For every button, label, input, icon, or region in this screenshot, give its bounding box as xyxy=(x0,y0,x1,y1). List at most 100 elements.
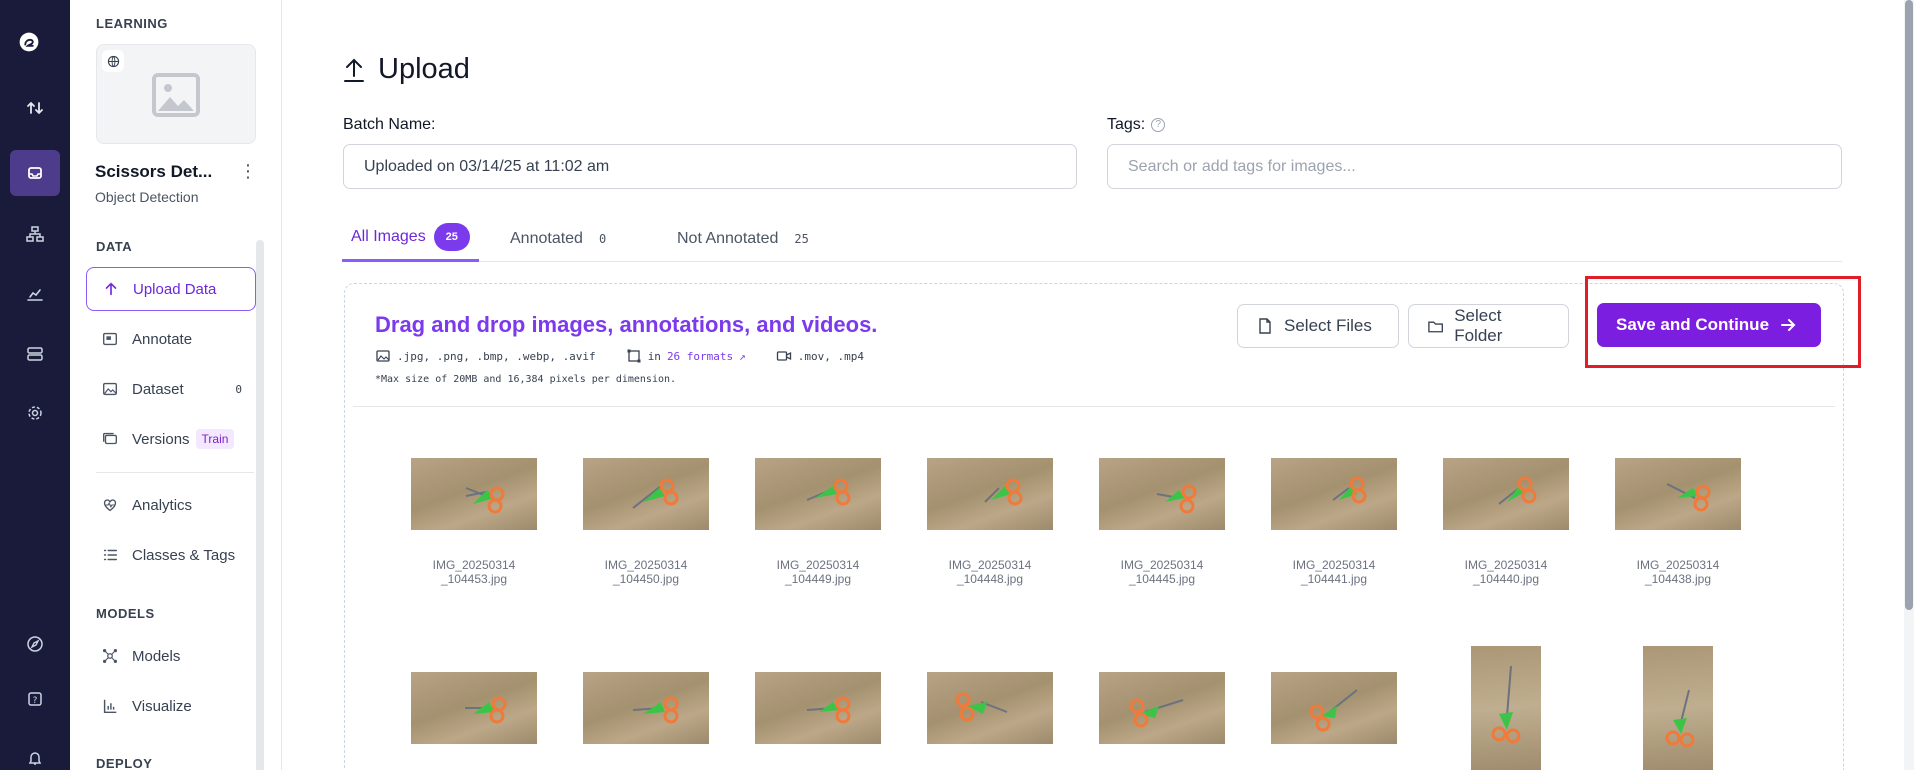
project-thumbnail[interactable] xyxy=(96,44,256,144)
scissors-thumbnail xyxy=(1443,458,1569,530)
file-icon xyxy=(1259,318,1271,334)
select-folder-label: Select Folder xyxy=(1454,306,1503,345)
sidebar-item-label: Models xyxy=(132,647,181,665)
external-link-icon[interactable]: ↗ xyxy=(739,350,746,363)
roboflow-logo-icon[interactable] xyxy=(19,32,51,64)
bell-icon[interactable] xyxy=(10,735,60,770)
sidebar-item-analytics[interactable]: Analytics xyxy=(86,483,256,527)
tab-count: 0 xyxy=(598,231,607,246)
image-filename: IMG_20250314 _104441.jpg xyxy=(1292,558,1376,586)
image-filename: IMG_20250314 _104449.jpg xyxy=(776,558,860,586)
image-tile[interactable] xyxy=(411,672,537,744)
project-sidebar: LEARNING Scissors Det... ⋮ Object Detect… xyxy=(70,0,282,770)
tags-label: Tags: xyxy=(1107,116,1146,133)
kebab-menu-icon[interactable]: ⋮ xyxy=(238,160,258,182)
compass-icon[interactable] xyxy=(10,621,60,667)
image-tile[interactable] xyxy=(1443,646,1569,770)
image-tile[interactable]: IMG_20250314 _104450.jpg xyxy=(583,458,709,586)
tab-annotated[interactable]: Annotated 0 xyxy=(510,215,606,262)
scissors-thumbnail xyxy=(1271,672,1397,744)
scissors-thumbnail xyxy=(583,672,709,744)
image-tile[interactable] xyxy=(1271,672,1397,744)
batch-name-input[interactable]: Uploaded on 03/14/25 at 11:02 am xyxy=(343,144,1077,189)
sidebar-item-dataset[interactable]: Dataset 0 xyxy=(86,367,256,411)
tab-not-annotated[interactable]: Not Annotated 25 xyxy=(677,215,809,262)
image-tile[interactable] xyxy=(1615,646,1741,770)
image-filename: IMG_20250314 _104450.jpg xyxy=(604,558,688,586)
chart-icon[interactable] xyxy=(10,271,60,317)
image-tile[interactable] xyxy=(755,672,881,744)
help-icon[interactable]: ? xyxy=(10,676,60,722)
global-nav-rail: ? xyxy=(0,0,70,770)
scissors-thumbnail xyxy=(1099,458,1225,530)
tags-input[interactable]: Search or add tags for images... xyxy=(1107,144,1842,189)
scissors-thumbnail xyxy=(1471,646,1541,770)
tab-label: Annotated xyxy=(510,229,583,247)
tab-label: Not Annotated xyxy=(677,229,779,247)
tab-count-badge: 25 xyxy=(433,223,470,251)
workflow-icon[interactable] xyxy=(10,211,60,257)
image-tile[interactable] xyxy=(583,672,709,744)
image-tile[interactable] xyxy=(1099,672,1225,744)
sidebar-item-annotate[interactable]: Annotate xyxy=(86,317,256,361)
scissors-thumbnail xyxy=(1643,646,1713,770)
select-folder-button[interactable]: Select Folder xyxy=(1408,304,1569,348)
dropzone-divider xyxy=(353,406,1835,407)
main-content: Upload Batch Name: Uploaded on 03/14/25 … xyxy=(282,0,1914,770)
scissors-thumbnail xyxy=(583,458,709,530)
scissors-thumbnail xyxy=(755,672,881,744)
storage-icon[interactable] xyxy=(10,331,60,377)
video-formats: .mov, .mp4 xyxy=(797,349,865,363)
folder-icon xyxy=(1428,321,1443,333)
page-scrollbar[interactable] xyxy=(1904,0,1914,770)
supported-formats: .jpg, .png, .bmp, .webp, .avif in 26 for… xyxy=(375,348,894,364)
sidebar-item-label: Classes & Tags xyxy=(132,546,236,564)
scrollbar-thumb[interactable] xyxy=(1905,0,1913,610)
sidebar-scrollbar[interactable] xyxy=(256,240,264,770)
max-size-note: *Max size of 20MB and 16,384 pixels per … xyxy=(375,374,677,385)
formats-link[interactable]: 26 formats xyxy=(667,350,733,363)
image-tile[interactable] xyxy=(927,672,1053,744)
sidebar-item-label: Analytics xyxy=(132,496,193,514)
image-tile[interactable]: IMG_20250314 _104449.jpg xyxy=(755,458,881,586)
image-placeholder-icon xyxy=(152,73,200,117)
sidebar-item-upload-data[interactable]: Upload Data xyxy=(86,267,256,311)
heart-pulse-icon xyxy=(100,495,120,515)
project-type: Object Detection xyxy=(95,189,199,205)
inbox-icon[interactable] xyxy=(10,150,60,196)
image-tile[interactable]: IMG_20250314 _104438.jpg xyxy=(1615,458,1741,586)
dropzone-title: Drag and drop images, annotations, and v… xyxy=(375,312,878,337)
tab-all-images[interactable]: All Images 25 xyxy=(342,215,479,262)
gear-icon[interactable] xyxy=(10,390,60,436)
svg-text:?: ? xyxy=(33,696,38,706)
sidebar-item-classes-tags[interactable]: Classes & Tags xyxy=(86,533,256,577)
scissors-thumbnail xyxy=(755,458,881,530)
image-icon xyxy=(100,379,120,399)
image-filename: IMG_20250314 _104438.jpg xyxy=(1636,558,1720,586)
sidebar-item-label: Dataset xyxy=(132,380,184,398)
image-tile[interactable]: IMG_20250314 _104453.jpg xyxy=(411,458,537,586)
image-tabs: All Images 25 Annotated 0 Not Annotated … xyxy=(342,215,1842,262)
stack-icon xyxy=(100,429,120,449)
help-circle-icon[interactable]: ? xyxy=(1151,117,1166,132)
bar-chart-icon xyxy=(100,696,120,716)
list-icon xyxy=(100,545,120,565)
tags-label-row: Tags:? xyxy=(1107,116,1166,134)
sidebar-item-versions[interactable]: Versions Train xyxy=(86,417,256,461)
sidebar-item-label: Versions xyxy=(132,430,190,448)
select-files-button[interactable]: Select Files xyxy=(1237,304,1399,348)
image-filename: IMG_20250314 _104453.jpg xyxy=(432,558,516,586)
sidebar-item-visualize[interactable]: Visualize xyxy=(86,684,256,728)
image-tile[interactable]: IMG_20250314 _104445.jpg xyxy=(1099,458,1225,586)
sidebar-item-models[interactable]: Models xyxy=(86,634,256,678)
nodes-icon xyxy=(100,646,120,666)
project-name[interactable]: Scissors Det... xyxy=(95,162,212,182)
transfer-icon[interactable] xyxy=(10,85,60,131)
image-tile[interactable]: IMG_20250314 _104440.jpg xyxy=(1443,458,1569,586)
batch-name-label: Batch Name: xyxy=(343,116,436,133)
scissors-thumbnail xyxy=(927,458,1053,530)
image-tile[interactable]: IMG_20250314 _104448.jpg xyxy=(927,458,1053,586)
image-tile[interactable]: IMG_20250314 _104441.jpg xyxy=(1271,458,1397,586)
tab-label: All Images xyxy=(351,228,426,245)
sidebar-divider xyxy=(96,472,254,473)
